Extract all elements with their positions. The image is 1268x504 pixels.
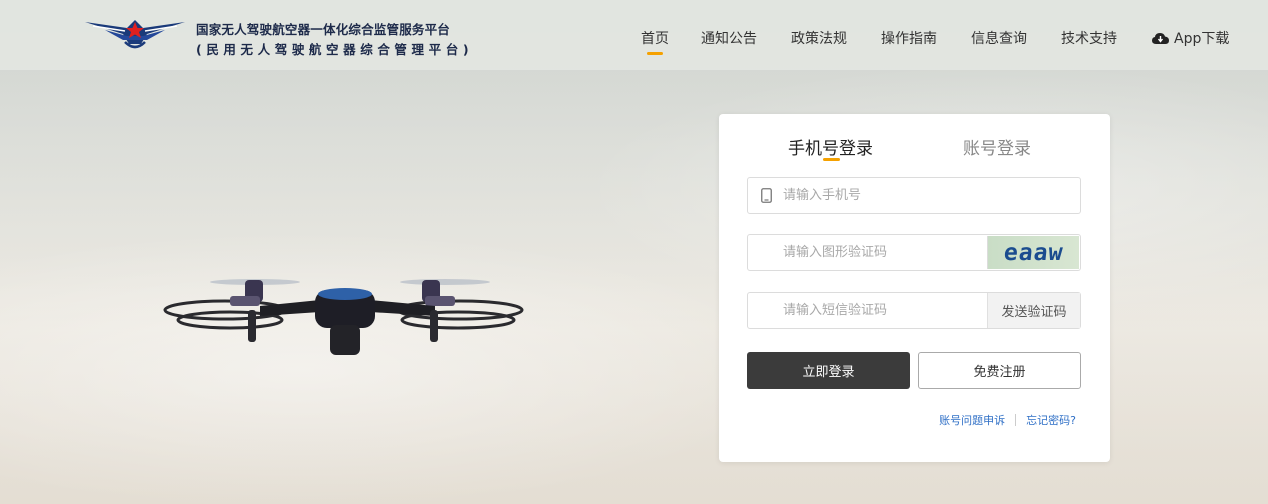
captcha-text: eaaw — [1002, 239, 1065, 266]
link-divider — [1015, 414, 1017, 426]
nav-item-home[interactable]: 首页 — [641, 28, 669, 55]
account-appeal-link[interactable]: 账号问题申诉 — [939, 412, 1005, 428]
main-nav: 首页 通知公告 政策法规 操作指南 信息查询 技术支持 App下载 — [0, 28, 1268, 58]
nav-item-support[interactable]: 技术支持 — [1061, 28, 1117, 48]
nav-item-notices[interactable]: 通知公告 — [701, 28, 757, 48]
nav-item-policies[interactable]: 政策法规 — [791, 28, 847, 48]
nav-item-guide[interactable]: 操作指南 — [881, 28, 937, 48]
nav-item-app-download[interactable]: App下载 — [1152, 28, 1229, 48]
login-button[interactable]: 立即登录 — [747, 352, 910, 389]
drone-image — [163, 279, 524, 355]
app-download-label: App下载 — [1174, 31, 1230, 47]
tab-phone-login[interactable]: 手机号登录 — [788, 134, 873, 159]
sms-code-input[interactable] — [783, 293, 983, 328]
captcha-field: eaaw — [747, 234, 1081, 271]
nav-item-query[interactable]: 信息查询 — [971, 28, 1027, 48]
captcha-image[interactable]: eaaw — [987, 236, 1079, 269]
captcha-input[interactable] — [783, 235, 983, 270]
active-tab-indicator — [823, 158, 840, 161]
help-links: 账号问题申诉 忘记密码? — [939, 412, 1076, 428]
phone-input[interactable] — [783, 178, 983, 213]
register-button[interactable]: 免费注册 — [918, 352, 1081, 389]
send-code-button[interactable]: 发送验证码 — [987, 293, 1080, 328]
tab-account-login[interactable]: 账号登录 — [963, 134, 1031, 159]
phone-icon — [761, 188, 772, 203]
cloud-download-icon — [1152, 32, 1169, 44]
forgot-password-link[interactable]: 忘记密码? — [1026, 412, 1076, 428]
top-header: 国家无人驾驶航空器一体化综合监管服务平台 (民用无人驾驶航空器综合管理平台) 首… — [0, 0, 1268, 70]
login-card: 手机号登录 账号登录 eaaw 发送验证码 立即登录 免费注册 账号问题申诉 忘… — [719, 114, 1110, 462]
phone-field — [747, 177, 1081, 214]
sms-code-field: 发送验证码 — [747, 292, 1081, 329]
